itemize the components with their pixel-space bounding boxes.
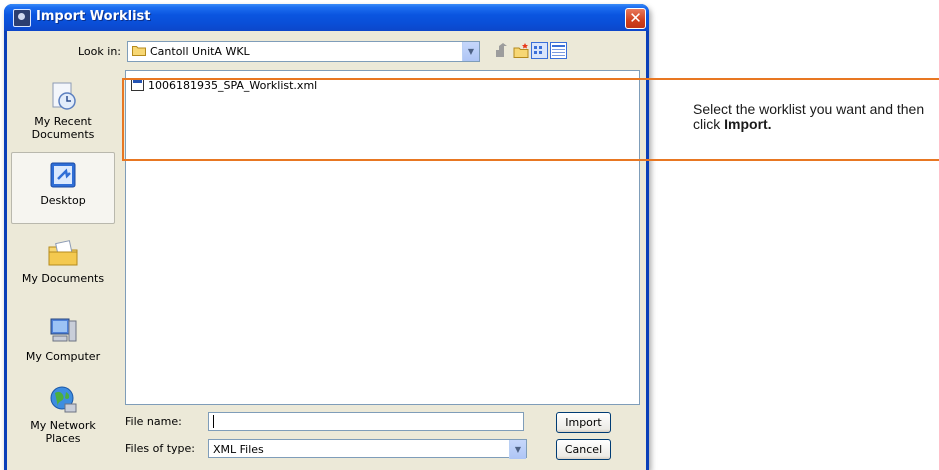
file-type-label: Files of type:	[125, 442, 196, 455]
window-title: Import Worklist	[36, 9, 151, 24]
place-label: My Computer	[25, 350, 101, 363]
chevron-down-icon[interactable]: ▼	[462, 42, 479, 61]
recent-documents-icon	[52, 82, 76, 110]
text-cursor	[213, 415, 214, 428]
my-computer-icon	[50, 318, 77, 342]
details-view-icon[interactable]	[550, 42, 567, 59]
new-folder-icon[interactable]	[513, 42, 530, 59]
import-button[interactable]: Import	[556, 412, 611, 433]
place-label: My Network Places	[30, 419, 96, 445]
chevron-down-icon[interactable]: ▼	[509, 440, 526, 459]
close-icon: ✕	[629, 9, 642, 27]
callout-text: Select the worklist you want and then cl…	[693, 102, 933, 132]
folder-icon	[132, 46, 146, 56]
import-worklist-dialog: Import Worklist ✕ Look in: Cantoll UnitA…	[4, 4, 649, 470]
callout-text-bold: Import.	[724, 116, 772, 132]
place-label: My Recent Documents	[31, 115, 95, 141]
look-in-value: Cantoll UnitA WKL	[150, 45, 250, 58]
place-label: Desktop	[40, 194, 86, 207]
desktop-icon	[50, 162, 76, 188]
file-type-dropdown[interactable]: XML Files ▼	[208, 439, 527, 459]
cancel-button[interactable]: Cancel	[556, 439, 611, 460]
place-label: My Documents	[21, 272, 105, 285]
place-my-recent-documents[interactable]: My Recent Documents	[11, 80, 115, 141]
places-bar: My Recent Documents Desktop My Documents	[11, 70, 115, 456]
place-my-computer[interactable]: My Computer	[11, 315, 115, 363]
look-in-label: Look in:	[78, 45, 121, 58]
app-icon	[13, 9, 31, 27]
network-places-icon	[50, 386, 77, 413]
look-in-dropdown[interactable]: Cantoll UnitA WKL ▼	[127, 41, 480, 62]
file-name-label: File name:	[125, 415, 182, 428]
close-button[interactable]: ✕	[625, 8, 646, 29]
place-desktop[interactable]: Desktop	[11, 152, 115, 224]
view-menu-icon[interactable]	[531, 42, 548, 59]
my-documents-icon	[48, 240, 78, 266]
place-my-network-places[interactable]: My Network Places	[11, 384, 115, 445]
place-my-documents[interactable]: My Documents	[11, 237, 115, 285]
file-type-value: XML Files	[213, 443, 264, 456]
file-name-field[interactable]	[208, 412, 524, 431]
title-bar[interactable]: Import Worklist ✕	[4, 4, 649, 31]
up-folder-icon[interactable]	[493, 42, 510, 59]
